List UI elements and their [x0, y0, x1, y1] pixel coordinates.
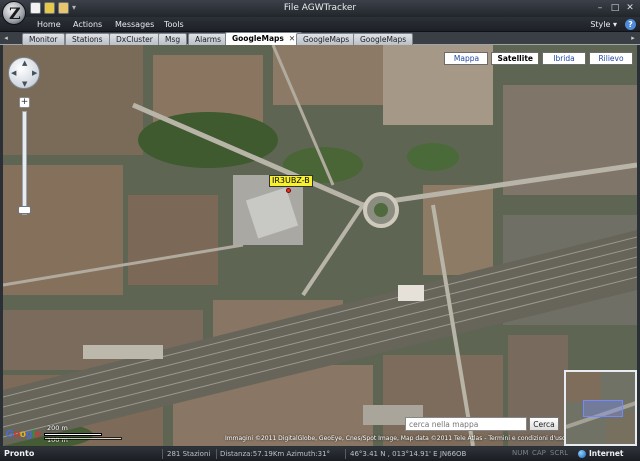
- window-controls: – □ ✕: [593, 2, 637, 14]
- map-type-selector: Mappa Satellite Ibrida Rilievo: [444, 52, 633, 65]
- map-attribution: Immagini ©2011 DigitalGlobe, GeoEye, Cne…: [225, 435, 566, 442]
- status-caps-lock: CAP: [532, 449, 546, 457]
- status-divider: [216, 449, 217, 459]
- close-button[interactable]: ✕: [623, 2, 637, 14]
- tab-label: Stations: [72, 35, 103, 44]
- pan-up-icon[interactable]: ▲: [22, 59, 27, 67]
- help-icon[interactable]: ?: [625, 19, 636, 30]
- tab-stations[interactable]: Stations: [65, 33, 110, 45]
- map-type-rilievo[interactable]: Rilievo: [589, 52, 633, 65]
- station-marker-icon[interactable]: [286, 188, 291, 193]
- pan-left-icon[interactable]: ◀: [11, 69, 16, 77]
- status-coordinates: 46°3.41 N , 013°14.91' E JN66OB: [350, 450, 467, 458]
- tab-googlemaps-active[interactable]: GoogleMaps ✕: [225, 32, 303, 45]
- tab-label: GoogleMaps: [360, 35, 407, 44]
- title-bar: ▾ File AGWTracker – □ ✕: [0, 0, 640, 17]
- tab-alarms[interactable]: Alarms: [188, 33, 228, 45]
- map-search-button[interactable]: Cerca: [529, 417, 559, 431]
- status-num-lock: NUM: [512, 449, 529, 457]
- tab-label: GoogleMaps: [303, 35, 350, 44]
- scale-label-top: 200 m: [47, 424, 68, 432]
- window-title: File AGWTracker: [283, 3, 357, 13]
- overview-viewport[interactable]: [583, 400, 623, 417]
- application-menu-button[interactable]: Z: [2, 1, 26, 25]
- map-type-ibrida[interactable]: Ibrida: [542, 52, 586, 65]
- ribbon-tab-messages[interactable]: Messages: [115, 20, 154, 29]
- tab-label: GoogleMaps: [232, 34, 284, 43]
- map-type-mappa[interactable]: Mappa: [444, 52, 489, 65]
- map-scale: 200 m 100 m: [44, 424, 124, 444]
- scale-line-bottom: [44, 437, 122, 440]
- overview-map[interactable]: [564, 370, 637, 446]
- ribbon-tabs: Home Actions Messages Tools Style ▾ ?: [0, 17, 640, 32]
- tab-googlemaps-2[interactable]: GoogleMaps: [296, 33, 357, 45]
- map-search: Cerca: [405, 417, 559, 431]
- app-logo-icon: Z: [9, 4, 21, 23]
- tab-close-icon[interactable]: ✕: [289, 34, 295, 43]
- style-menu[interactable]: Style ▾: [590, 20, 617, 29]
- status-distance: Distanza:57.19Km Azimuth:31°: [220, 450, 331, 458]
- zoom-slider-handle[interactable]: [18, 206, 31, 214]
- tab-dxcluster[interactable]: DxCluster: [109, 33, 160, 45]
- tab-scroll-right-icon[interactable]: ▸: [629, 33, 637, 44]
- pan-right-icon[interactable]: ▶: [32, 69, 37, 77]
- status-bar: Pronto 281 Stazioni Distanza:57.19Km Azi…: [0, 447, 640, 461]
- document-tab-strip: ◂ Monitor Stations DxCluster Msg Alarms …: [0, 32, 640, 45]
- logo-letter: e: [34, 429, 41, 440]
- zoom-slider[interactable]: [22, 111, 27, 215]
- ribbon-tab-actions[interactable]: Actions: [73, 20, 102, 29]
- maximize-button[interactable]: □: [608, 2, 622, 14]
- tab-label: DxCluster: [116, 35, 153, 44]
- tab-label: Alarms: [195, 35, 221, 44]
- map-type-satellite[interactable]: Satellite: [491, 52, 539, 65]
- status-security-zone: Internet: [589, 449, 624, 458]
- map-search-input[interactable]: [405, 417, 527, 431]
- tab-googlemaps-3[interactable]: GoogleMaps: [353, 33, 414, 45]
- zoom-in-button[interactable]: +: [19, 97, 30, 108]
- status-ready: Pronto: [4, 449, 35, 458]
- satellite-map[interactable]: Mappa Satellite Ibrida Rilievo ▲ ▼ ◀ ▶ +…: [3, 45, 637, 446]
- internet-zone-icon: [578, 450, 586, 458]
- status-divider: [162, 449, 163, 459]
- minimize-button[interactable]: –: [593, 2, 607, 14]
- station-callsign-label[interactable]: IR3UBZ-B: [269, 175, 313, 187]
- tab-monitor[interactable]: Monitor: [22, 33, 65, 45]
- tab-scroll-left-icon[interactable]: ◂: [2, 33, 10, 44]
- status-stations: 281 Stazioni: [167, 450, 211, 458]
- ribbon-tab-home[interactable]: Home: [37, 20, 61, 29]
- pan-down-icon[interactable]: ▼: [22, 80, 27, 88]
- status-divider: [345, 449, 346, 459]
- status-scroll-lock: SCRL: [550, 449, 569, 457]
- satellite-imagery: [3, 45, 637, 446]
- google-logo: Google: [6, 429, 40, 440]
- tab-label: Monitor: [29, 35, 58, 44]
- pan-control[interactable]: ▲ ▼ ◀ ▶: [8, 57, 40, 89]
- tab-msg[interactable]: Msg: [158, 33, 188, 45]
- tab-label: Msg: [165, 35, 181, 44]
- logo-letter: G: [6, 429, 14, 440]
- ribbon-tab-tools[interactable]: Tools: [164, 20, 184, 29]
